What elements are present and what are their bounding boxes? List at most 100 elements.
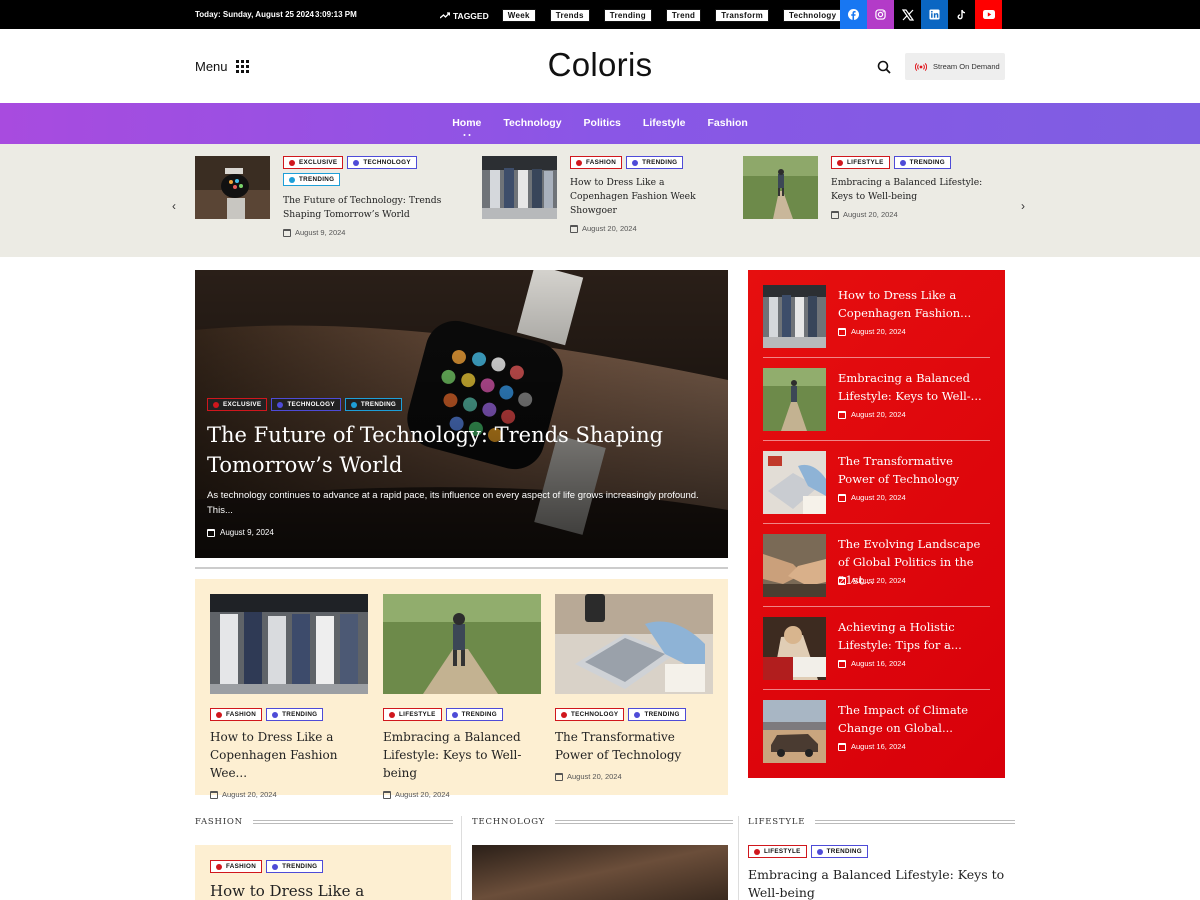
tagged-link-trends[interactable]: Trends: [549, 9, 590, 22]
tagged-link-technology[interactable]: Technology: [783, 9, 843, 22]
sidebar-post[interactable]: The Impact of Climate Change on Global..…: [763, 700, 990, 783]
facebook-icon[interactable]: [840, 0, 867, 29]
grid-post[interactable]: TECHNOLOGY TRENDING The Transformative P…: [555, 594, 713, 781]
nav-item-fashion[interactable]: Fashion: [708, 117, 748, 129]
tag-trending[interactable]: TRENDING: [445, 708, 503, 721]
sidebar-post[interactable]: Achieving a Holistic Lifestyle: Tips for…: [763, 617, 990, 700]
fashion-thumbnail[interactable]: [482, 156, 557, 219]
sidebar-post-title[interactable]: Embracing a Balanced Lifestyle: Keys to …: [838, 369, 991, 405]
handshake-thumbnail[interactable]: [763, 534, 826, 597]
grid-post[interactable]: LIFESTYLE TRENDING Embracing a Balanced …: [383, 594, 541, 799]
hiker-thumbnail[interactable]: [763, 368, 826, 431]
carousel-item-title[interactable]: How to Dress Like a Copenhagen Fashion W…: [570, 176, 720, 218]
nav-item-technology[interactable]: Technology: [503, 117, 561, 129]
tag-lifestyle[interactable]: LIFESTYLE: [831, 156, 890, 169]
sidebar-post-title[interactable]: The Impact of Climate Change on Global..…: [838, 701, 991, 737]
post-date: August 9, 2024: [207, 528, 274, 537]
chevron-left-icon[interactable]: ‹: [172, 199, 176, 213]
divider: [763, 689, 990, 690]
lifestyle-feature-title[interactable]: Embracing a Balanced Lifestyle: Keys to …: [748, 866, 1005, 900]
hiker-image[interactable]: [383, 594, 541, 694]
sidebar-post[interactable]: How to Dress Like a Copenhagen Fashion..…: [763, 285, 990, 368]
fashion-store-image[interactable]: [210, 594, 368, 694]
fashion-thumbnail[interactable]: [763, 285, 826, 348]
calendar-icon: [570, 224, 578, 233]
desert-car-thumbnail[interactable]: [763, 700, 826, 763]
nav-item-politics[interactable]: Politics: [584, 117, 621, 129]
tagged-link-trend[interactable]: Trend: [665, 9, 702, 22]
site-logo[interactable]: Coloris: [0, 46, 1200, 84]
tag-trending[interactable]: TRENDING: [266, 708, 324, 721]
carousel-item-title[interactable]: The Future of Technology: Trends Shaping…: [283, 194, 458, 222]
tag-trending[interactable]: TRENDING: [628, 708, 686, 721]
sidebar-post-title[interactable]: The Transformative Power of Technology: [838, 452, 991, 488]
divider: [195, 567, 728, 569]
fashion-feature[interactable]: FASHION TRENDING How to Dress Like a: [195, 845, 451, 900]
divider: [763, 440, 990, 441]
watch-thumbnail[interactable]: [195, 156, 270, 219]
hiker-thumbnail[interactable]: [743, 156, 818, 219]
calendar-icon: [555, 772, 563, 781]
tag-trending[interactable]: TRENDING: [626, 156, 684, 169]
tag-trending[interactable]: TRENDING: [810, 845, 868, 858]
sidebar-post-title[interactable]: How to Dress Like a Copenhagen Fashion..…: [838, 286, 991, 322]
laptop-desk-image[interactable]: [555, 594, 713, 694]
tag-lifestyle[interactable]: LIFESTYLE: [748, 845, 807, 858]
hero-title[interactable]: The Future of Technology: Trends Shaping…: [207, 420, 687, 480]
stream-on-demand-button[interactable]: Stream On Demand: [905, 53, 1005, 80]
sidebar-post-title[interactable]: Achieving a Holistic Lifestyle: Tips for…: [838, 618, 991, 654]
fashion-feature-title[interactable]: How to Dress Like a: [210, 882, 364, 900]
sidebar-post[interactable]: The Evolving Landscape of Global Politic…: [763, 534, 990, 617]
x-icon[interactable]: [894, 0, 921, 29]
youtube-icon[interactable]: [975, 0, 1002, 29]
calendar-icon: [838, 493, 846, 502]
carousel-item[interactable]: EXCLUSIVE TECHNOLOGY TRENDING The Future…: [195, 156, 458, 237]
lifestyle-feature[interactable]: LIFESTYLE TRENDING Embracing a Balanced …: [748, 845, 1005, 900]
tag-lifestyle[interactable]: LIFESTYLE: [383, 708, 442, 721]
sidebar-post[interactable]: Embracing a Balanced Lifestyle: Keys to …: [763, 368, 990, 451]
technology-feature[interactable]: [472, 845, 728, 900]
tag-list: LIFESTYLE TRENDING: [383, 708, 541, 721]
calendar-icon: [383, 790, 391, 799]
tag-technology[interactable]: TECHNOLOGY: [271, 398, 341, 411]
instagram-icon[interactable]: [867, 0, 894, 29]
carousel-item[interactable]: FASHION TRENDING How to Dress Like a Cop…: [482, 156, 720, 233]
reading-woman-thumbnail[interactable]: [763, 617, 826, 680]
laptop-thumbnail[interactable]: [763, 451, 826, 514]
tag-fashion[interactable]: FASHION: [570, 156, 623, 169]
divider: [763, 606, 990, 607]
tiktok-icon[interactable]: [948, 0, 975, 29]
post-date: August 20, 2024: [838, 493, 906, 502]
tag-trending[interactable]: TRENDING: [344, 398, 403, 411]
hero-article[interactable]: EXCLUSIVE TECHNOLOGY TRENDING The Future…: [195, 270, 728, 558]
tag-trending[interactable]: TRENDING: [283, 173, 341, 186]
tag-fashion[interactable]: FASHION: [210, 860, 263, 873]
grid-post-title[interactable]: Embracing a Balanced Lifestyle: Keys to …: [383, 728, 541, 782]
tagged-link-trending[interactable]: Trending: [603, 9, 652, 22]
nav-item-home[interactable]: Home: [452, 117, 481, 136]
grid-post[interactable]: FASHION TRENDING How to Dress Like a Cop…: [210, 594, 368, 799]
tagged-link-week[interactable]: Week: [501, 9, 536, 22]
carousel-item-title[interactable]: Embracing a Balanced Lifestyle: Keys to …: [831, 176, 996, 204]
tag-list: FASHION TRENDING: [210, 708, 368, 721]
chevron-right-icon[interactable]: ›: [1021, 199, 1025, 213]
tagged-link-transform[interactable]: Transform: [715, 9, 770, 22]
tag-trending[interactable]: TRENDING: [893, 156, 951, 169]
calendar-icon: [838, 742, 846, 751]
carousel-item[interactable]: LIFESTYLE TRENDING Embracing a Balanced …: [743, 156, 996, 219]
sidebar-post[interactable]: The Transformative Power of Technology A…: [763, 451, 990, 534]
grid-post-title[interactable]: How to Dress Like a Copenhagen Fashion W…: [210, 728, 368, 782]
tagged-list: TAGGED Week Trends Trending Trend Transf…: [440, 9, 856, 22]
tag-trending[interactable]: TRENDING: [266, 860, 324, 873]
tag-fashion[interactable]: FASHION: [210, 708, 263, 721]
search-icon[interactable]: [877, 60, 891, 74]
tag-technology[interactable]: TECHNOLOGY: [555, 708, 625, 721]
nav-item-lifestyle[interactable]: Lifestyle: [643, 117, 686, 129]
tag-technology[interactable]: TECHNOLOGY: [347, 156, 417, 169]
technology-feature-image[interactable]: [472, 845, 728, 900]
grid-post-title[interactable]: The Transformative Power of Technology: [555, 728, 713, 764]
linkedin-icon[interactable]: [921, 0, 948, 29]
tag-exclusive[interactable]: EXCLUSIVE: [283, 156, 344, 169]
tag-list: LIFESTYLE TRENDING: [748, 845, 1005, 858]
tag-exclusive[interactable]: EXCLUSIVE: [207, 398, 268, 411]
